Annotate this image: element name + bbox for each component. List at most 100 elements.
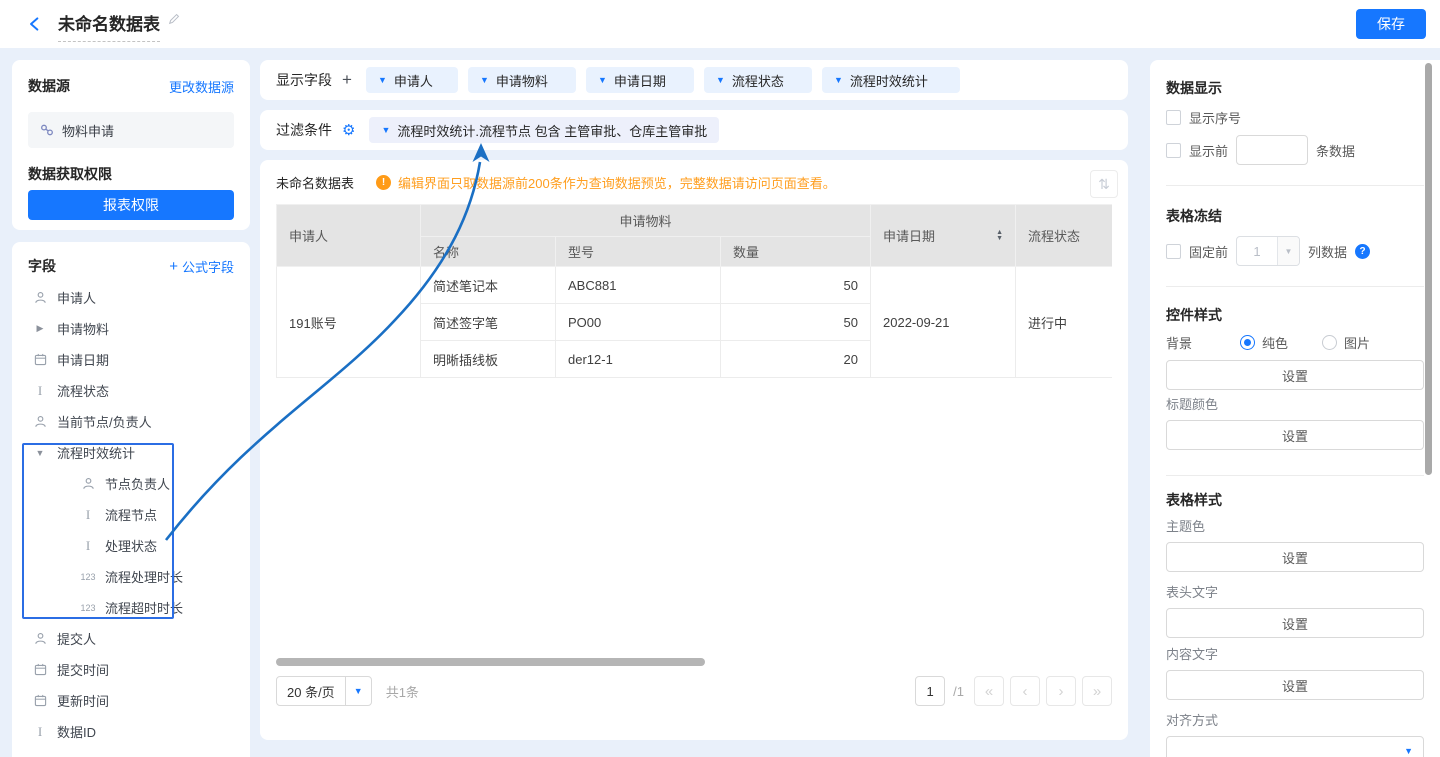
cell-material-name: 简述笔记本 — [421, 267, 556, 304]
last-page-button[interactable]: » — [1082, 676, 1112, 706]
show-index-checkbox[interactable] — [1166, 110, 1181, 125]
field-item-handle-status[interactable]: I 处理状态 — [12, 530, 250, 561]
background-label: 背景 — [1166, 333, 1232, 352]
background-set-button[interactable]: 设置 — [1166, 360, 1424, 390]
title-color-set-button[interactable]: 设置 — [1166, 420, 1424, 450]
edit-icon[interactable] — [168, 13, 180, 25]
field-item-flow-duration[interactable]: 123 流程处理时长 — [12, 561, 250, 592]
field-item-update-time[interactable]: 更新时间 — [12, 685, 250, 716]
show-index-label: 显示序号 — [1189, 108, 1241, 127]
display-field-chip-applicant[interactable]: ▼申请人 — [366, 67, 458, 93]
field-item-current-node-owner[interactable]: 当前节点/负责人 — [12, 406, 250, 437]
report-permission-button[interactable]: 报表权限 — [28, 190, 234, 220]
help-icon[interactable]: ? — [1355, 244, 1370, 259]
show-first-prefix-label: 显示前 — [1189, 141, 1228, 160]
user-icon — [32, 632, 48, 645]
freeze-checkbox[interactable] — [1166, 244, 1181, 259]
caret-down-icon: ▼ — [32, 448, 48, 458]
permission-title: 数据获取权限 — [28, 164, 234, 184]
freeze-prefix-label: 固定前 — [1189, 242, 1228, 261]
prev-page-button[interactable]: ‹ — [1010, 676, 1040, 706]
freeze-count-select[interactable]: 1 ▼ — [1236, 236, 1300, 266]
save-button[interactable]: 保存 — [1356, 9, 1426, 39]
horizontal-scrollbar[interactable] — [276, 658, 705, 666]
chevron-left-icon — [27, 16, 43, 32]
align-select[interactable]: ▼ — [1166, 736, 1424, 757]
bg-image-radio-option[interactable]: 图片 — [1322, 333, 1370, 352]
cell-applicant: 191账号 — [277, 267, 421, 378]
cell-apply-date: 2022-09-21 — [871, 267, 1016, 378]
vertical-scrollbar[interactable] — [1425, 63, 1432, 475]
widget-style-title: 控件样式 — [1166, 305, 1424, 325]
bg-solid-radio-option[interactable]: 纯色 — [1240, 333, 1288, 352]
title-color-label: 标题颜色 — [1166, 396, 1424, 414]
col-header-flow-status: 流程状态 — [1016, 205, 1113, 267]
user-icon — [32, 291, 48, 304]
field-item-node-owner[interactable]: 节点负责人 — [12, 468, 250, 499]
gear-icon[interactable]: ⚙ — [342, 121, 355, 139]
number-field-icon: 123 — [80, 572, 96, 582]
cell-material-name: 简述签字笔 — [421, 304, 556, 341]
col-header-apply-date[interactable]: 申请日期 ▲▼ — [871, 205, 1016, 267]
theme-color-label: 主题色 — [1166, 518, 1424, 536]
field-item-applicant[interactable]: 申请人 — [12, 282, 250, 313]
calendar-icon — [32, 663, 48, 676]
display-field-chip-flow-stats[interactable]: ▼流程时效统计 — [822, 67, 960, 93]
show-first-count-input[interactable] — [1236, 135, 1308, 165]
show-first-suffix-label: 条数据 — [1316, 141, 1355, 160]
page-size-select[interactable]: 20 条/页 ▼ — [276, 676, 372, 706]
text-field-icon: I — [80, 538, 96, 554]
field-item-submitter[interactable]: 提交人 — [12, 623, 250, 654]
add-display-field-button[interactable]: + — [342, 70, 352, 90]
caret-down-icon: ▼ — [716, 75, 725, 85]
field-item-apply-date[interactable]: 申请日期 — [12, 344, 250, 375]
report-designer-app: 未命名数据表 保存 数据源 更改数据源 物料申请 数据获取权限 报表权限 字段 … — [0, 0, 1440, 757]
add-formula-field-link[interactable]: + 公式字段 — [169, 257, 234, 276]
page-input[interactable]: 1 — [915, 676, 945, 706]
field-item-data-id[interactable]: I 数据ID — [12, 716, 250, 747]
datasource-title: 数据源 — [28, 76, 70, 96]
show-first-checkbox[interactable] — [1166, 143, 1181, 158]
field-group-flow-stats[interactable]: ▼ 流程时效统计 — [12, 437, 250, 468]
caret-down-icon: ▼ — [345, 677, 371, 705]
theme-color-set-button[interactable]: 设置 — [1166, 542, 1424, 572]
freeze-title: 表格冻结 — [1166, 206, 1424, 226]
first-page-button[interactable]: « — [974, 676, 1004, 706]
header-text-set-button[interactable]: 设置 — [1166, 608, 1424, 638]
filter-condition-chip[interactable]: ▼流程时效统计.流程节点 包含 主管审批、仓库主管审批 — [369, 117, 719, 143]
display-field-chip-apply-date[interactable]: ▼申请日期 — [586, 67, 694, 93]
page-title[interactable]: 未命名数据表 — [58, 10, 160, 42]
radio-selected-icon — [1240, 335, 1255, 350]
field-item-flow-status[interactable]: I 流程状态 — [12, 375, 250, 406]
calendar-icon — [32, 353, 48, 366]
settings-panel: 数据显示 显示序号 显示前 条数据 表格冻结 固定前 1 ▼ 列数据 ? 控件样… — [1150, 60, 1440, 757]
content-text-set-button[interactable]: 设置 — [1166, 670, 1424, 700]
caret-down-icon: ▼ — [378, 75, 387, 85]
sort-arrows-icon[interactable]: ▲▼ — [996, 230, 1003, 242]
display-field-chip-materials[interactable]: ▼申请物料 — [468, 67, 576, 93]
caret-down-icon: ▼ — [1404, 746, 1413, 756]
divider — [1166, 185, 1424, 186]
field-item-flow-node[interactable]: I 流程节点 — [12, 499, 250, 530]
change-datasource-link[interactable]: 更改数据源 — [169, 77, 234, 96]
field-item-materials[interactable]: ▶ 申请物料 — [12, 313, 250, 344]
prev-page-icon: ‹ — [1023, 683, 1028, 700]
preview-title: 未命名数据表 — [276, 173, 354, 192]
sort-toggle-button[interactable]: ⇅ — [1090, 170, 1118, 198]
display-field-chip-flow-status[interactable]: ▼流程状态 — [704, 67, 812, 93]
field-item-submit-time[interactable]: 提交时间 — [12, 654, 250, 685]
fields-title: 字段 — [28, 256, 56, 276]
form-link-icon — [40, 123, 54, 137]
datasource-item[interactable]: 物料申请 — [28, 112, 234, 148]
back-button[interactable] — [24, 13, 46, 35]
next-page-icon: › — [1059, 683, 1064, 700]
col-header-applicant: 申请人 — [277, 205, 421, 267]
next-page-button[interactable]: › — [1046, 676, 1076, 706]
col-header-materials-group: 申请物料 — [421, 205, 871, 237]
text-field-icon: I — [80, 507, 96, 523]
caret-down-icon: ▼ — [1277, 237, 1299, 265]
first-page-icon: « — [985, 683, 993, 700]
field-item-flow-overtime[interactable]: 123 流程超时时长 — [12, 592, 250, 623]
preview-warning: ! 编辑界面只取数据源前200条作为查询数据预览，完整数据请访问页面查看。 — [376, 173, 836, 192]
filter-bar: 过滤条件 ⚙ ▼流程时效统计.流程节点 包含 主管审批、仓库主管审批 — [260, 110, 1128, 150]
